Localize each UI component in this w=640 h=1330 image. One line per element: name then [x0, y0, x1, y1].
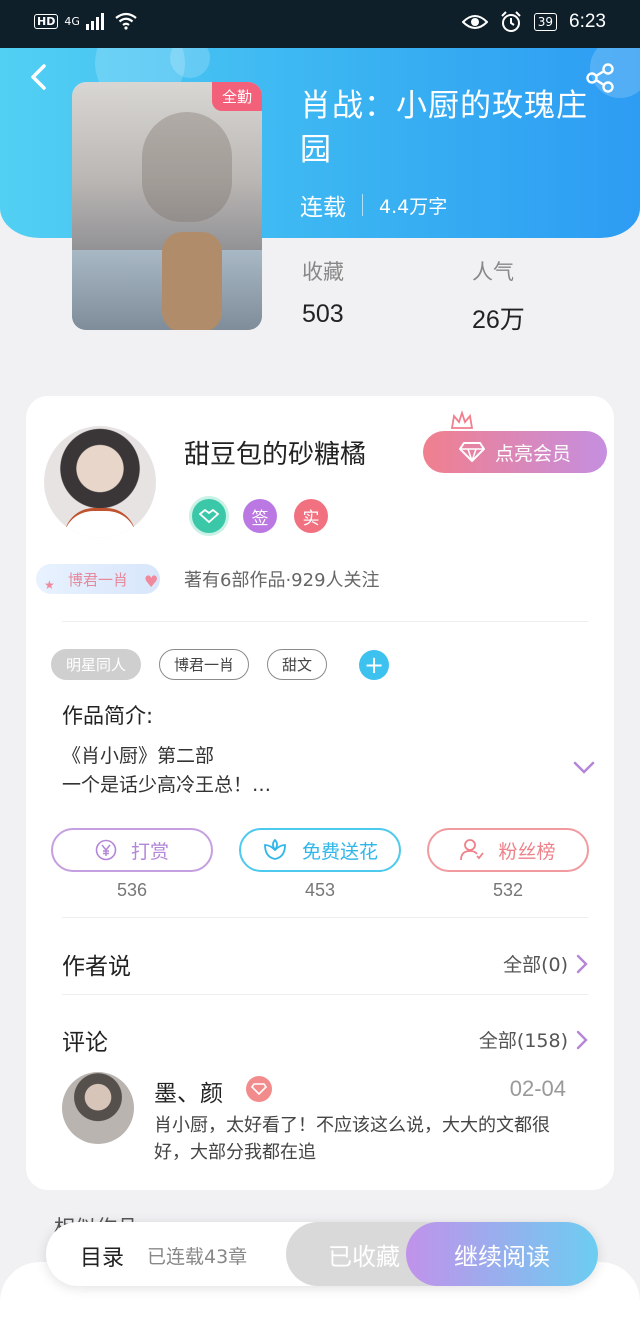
signed-badge[interactable]: 签 [243, 499, 277, 533]
heart-icon: ♥ [144, 572, 159, 591]
book-cover[interactable]: 全勤 [72, 82, 262, 330]
vip-activate-button[interactable]: 点亮会员 [423, 431, 607, 473]
avatar-shirt [64, 508, 136, 538]
stat-favorites: 收藏 503 [302, 256, 344, 329]
comment-text[interactable]: 肖小厨，太好看了！不应该这么说，大大的文都很好，大部分我都在追 [154, 1112, 564, 1166]
battery-indicator: 39 [533, 13, 558, 31]
comments-link-label: 全部(158) [478, 1030, 568, 1052]
alarm-icon [501, 11, 521, 32]
book-word-count: 4.4万字 [379, 195, 448, 218]
vip-diamond-icon [246, 1076, 272, 1102]
divider [62, 621, 588, 622]
fan-ranking-button[interactable]: 粉丝榜 [427, 828, 589, 872]
user-icon [460, 839, 485, 861]
tag-list: 明星同人 博君一肖 甜文 + [51, 649, 390, 680]
wifi-icon [115, 12, 137, 30]
stat-value: 503 [302, 300, 344, 328]
signal-icon [85, 13, 104, 30]
book-meta: 连载 4.4万字 [300, 188, 447, 222]
verified-badge[interactable]: 实 [294, 499, 328, 533]
tag-item[interactable]: 明星同人 [51, 649, 142, 680]
reward-label: 打赏 [130, 840, 169, 863]
comments-title: 评论 [62, 1030, 108, 1056]
eye-icon [461, 15, 488, 29]
intro-line: 一个是话少高冷王总！… [62, 774, 272, 796]
hd-badge: HD [34, 13, 59, 29]
yen-icon [95, 839, 117, 861]
flower-icon [264, 839, 286, 860]
author-says-all-link[interactable]: 全部(0) [503, 950, 588, 977]
network-label: 4G [64, 14, 80, 28]
chevron-right-icon [576, 954, 588, 973]
fan-count: 532 [492, 880, 524, 900]
handshake-icon [199, 508, 219, 524]
stat-popularity: 人气 26万 [472, 256, 525, 336]
tag-item[interactable]: 甜文 [267, 649, 328, 680]
author-says-link-label: 全部(0) [503, 954, 568, 976]
stat-label: 人气 [472, 260, 514, 284]
fan-ranking-label: 粉丝榜 [498, 840, 556, 863]
stat-value: 26万 [472, 306, 525, 334]
continue-reading-button[interactable]: 继续阅读 [406, 1222, 598, 1286]
vip-button-label: 点亮会员 [494, 442, 571, 465]
diamond-icon [458, 442, 485, 462]
add-tag-button[interactable]: + [359, 649, 390, 680]
chevron-down-icon[interactable] [572, 760, 596, 776]
reward-button[interactable]: 打赏 [51, 828, 213, 872]
intro-text[interactable]: 《肖小厨》第二部 一个是话少高冷王总！… [62, 742, 271, 800]
send-flower-label: 免费送花 [301, 840, 378, 863]
status-right: 39 6:23 [461, 11, 606, 33]
author-info: 著有6部作品·929人关注 [184, 570, 380, 591]
table-of-contents-button[interactable]: 目录 [80, 1240, 124, 1272]
status-bar: HD 4G 39 6:23 [0, 0, 640, 48]
intro-line: 《肖小厨》第二部 [62, 745, 215, 767]
author-name[interactable]: 甜豆包的砂糖橘 [184, 434, 366, 471]
handshake-badge-icon[interactable] [192, 499, 226, 533]
divider [62, 994, 588, 995]
cover-art-figure-body [162, 232, 222, 330]
cover-badge: 全勤 [211, 82, 262, 111]
cover-art-figure [142, 112, 232, 222]
flower-count: 453 [304, 880, 336, 900]
diamond-icon [251, 1083, 267, 1095]
chapter-progress: 已连载43章 [147, 1246, 248, 1268]
stat-label: 收藏 [302, 260, 344, 284]
send-flower-button[interactable]: 免费送花 [239, 828, 401, 872]
status-left: HD 4G [34, 12, 138, 30]
meta-divider [362, 194, 363, 216]
chevron-right-icon [576, 1030, 588, 1049]
star-icon: ★ [44, 578, 55, 592]
tag-item[interactable]: 博君一肖 [159, 649, 250, 680]
intro-title: 作品简介: [62, 704, 154, 728]
comment-date: 02-04 [509, 1076, 566, 1101]
book-status: 连载 [300, 195, 346, 221]
comments-all-link[interactable]: 全部(158) [479, 1026, 588, 1053]
divider [62, 917, 588, 918]
back-icon[interactable] [24, 62, 54, 92]
reward-count: 536 [116, 880, 148, 900]
author-badges: 签 实 [192, 499, 328, 533]
commenter-name[interactable]: 墨、颜 [154, 1074, 223, 1108]
crown-icon [450, 410, 474, 429]
clock: 6:23 [569, 11, 606, 32]
book-title: 肖战：小厨的玫瑰庄园 [300, 88, 588, 168]
author-avatar[interactable] [44, 426, 156, 538]
commenter-avatar[interactable] [62, 1072, 134, 1144]
author-says-title: 作者说 [62, 954, 131, 980]
